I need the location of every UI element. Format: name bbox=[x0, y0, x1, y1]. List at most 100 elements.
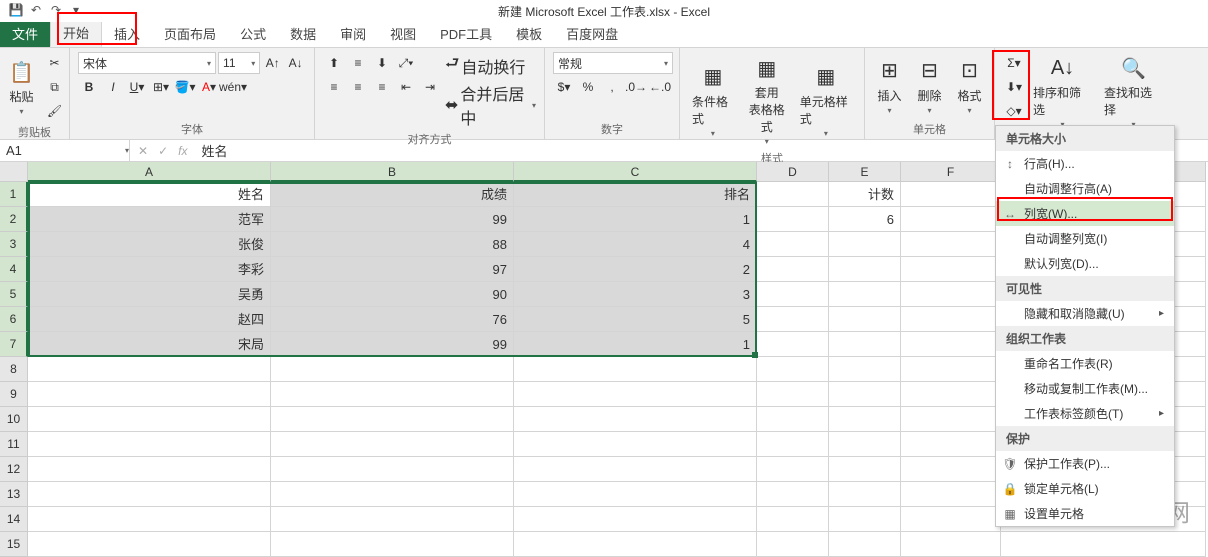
cell[interactable]: 6 bbox=[829, 207, 901, 232]
name-box[interactable]: A1▾ bbox=[0, 140, 130, 161]
cell[interactable]: 吴勇 bbox=[28, 282, 271, 307]
menu-row-height[interactable]: ↕行高(H)... bbox=[996, 151, 1174, 176]
cell[interactable] bbox=[514, 407, 757, 432]
phonetic-button[interactable]: wén▾ bbox=[222, 76, 244, 98]
cell[interactable] bbox=[829, 407, 901, 432]
wrap-text-button[interactable]: ⮐自动换行 bbox=[445, 52, 536, 79]
cell[interactable] bbox=[271, 357, 514, 382]
cell[interactable]: 90 bbox=[271, 282, 514, 307]
number-format-combo[interactable]: 常规▾ bbox=[553, 52, 673, 74]
cell[interactable] bbox=[757, 182, 829, 207]
cell[interactable] bbox=[829, 432, 901, 457]
cell[interactable] bbox=[514, 382, 757, 407]
tab-baidu[interactable]: 百度网盘 bbox=[554, 20, 630, 47]
align-top-icon[interactable]: ⬆ bbox=[323, 52, 345, 74]
cell[interactable] bbox=[28, 407, 271, 432]
row-header[interactable]: 8 bbox=[0, 357, 28, 382]
cell[interactable]: 99 bbox=[271, 332, 514, 357]
indent-dec-icon[interactable]: ⇤ bbox=[395, 76, 417, 98]
accept-formula-icon[interactable]: ✓ bbox=[158, 144, 168, 158]
comma-icon[interactable]: , bbox=[601, 76, 623, 98]
cell[interactable] bbox=[757, 457, 829, 482]
cell[interactable] bbox=[757, 357, 829, 382]
cell[interactable]: 1 bbox=[514, 207, 757, 232]
cell[interactable] bbox=[757, 407, 829, 432]
cell[interactable]: 范军 bbox=[28, 207, 271, 232]
col-header-C[interactable]: C bbox=[514, 162, 757, 182]
percent-icon[interactable]: % bbox=[577, 76, 599, 98]
redo-icon[interactable]: ↷ bbox=[48, 2, 64, 18]
clear-icon[interactable]: ◇▾ bbox=[1003, 100, 1025, 122]
cell[interactable]: 赵四 bbox=[28, 307, 271, 332]
cell[interactable]: 1 bbox=[514, 332, 757, 357]
cell[interactable] bbox=[271, 507, 514, 532]
cell[interactable] bbox=[829, 382, 901, 407]
currency-icon[interactable]: $▾ bbox=[553, 76, 575, 98]
row-header[interactable]: 4 bbox=[0, 257, 28, 282]
row-header[interactable]: 10 bbox=[0, 407, 28, 432]
cell[interactable]: 排名 bbox=[514, 182, 757, 207]
align-right-icon[interactable]: ≡ bbox=[371, 76, 393, 98]
cell[interactable] bbox=[829, 332, 901, 357]
tab-data[interactable]: 数据 bbox=[278, 20, 328, 47]
cell[interactable] bbox=[28, 457, 271, 482]
cell[interactable] bbox=[757, 257, 829, 282]
cell[interactable] bbox=[901, 432, 1001, 457]
cell[interactable] bbox=[829, 357, 901, 382]
cell[interactable] bbox=[28, 482, 271, 507]
cell[interactable] bbox=[514, 507, 757, 532]
row-header[interactable]: 5 bbox=[0, 282, 28, 307]
cell[interactable] bbox=[901, 482, 1001, 507]
cell[interactable] bbox=[757, 207, 829, 232]
format-painter-icon[interactable]: 🖌 bbox=[44, 100, 66, 122]
cell[interactable]: 76 bbox=[271, 307, 514, 332]
format-cells-button[interactable]: ⊡格式▾ bbox=[952, 52, 988, 119]
menu-lock-cell[interactable]: 🔒锁定单元格(L) bbox=[996, 476, 1174, 501]
cell[interactable] bbox=[901, 232, 1001, 257]
menu-autofit-row[interactable]: 自动调整行高(A) bbox=[996, 176, 1174, 201]
col-header-D[interactable]: D bbox=[757, 162, 829, 182]
menu-autofit-col[interactable]: 自动调整列宽(I) bbox=[996, 226, 1174, 251]
cell[interactable] bbox=[901, 182, 1001, 207]
font-name-combo[interactable]: 宋体▾ bbox=[78, 52, 216, 74]
cell[interactable] bbox=[901, 332, 1001, 357]
italic-button[interactable]: I bbox=[102, 76, 124, 98]
cell[interactable]: 4 bbox=[514, 232, 757, 257]
row-header[interactable]: 11 bbox=[0, 432, 28, 457]
menu-hide-unhide[interactable]: 隐藏和取消隐藏(U)▸ bbox=[996, 301, 1174, 326]
cell[interactable] bbox=[757, 282, 829, 307]
cell[interactable] bbox=[28, 357, 271, 382]
find-select-button[interactable]: 🔍查找和选择▾ bbox=[1100, 52, 1167, 131]
cell[interactable] bbox=[28, 507, 271, 532]
qat-more-icon[interactable]: ▾ bbox=[68, 2, 84, 18]
align-middle-icon[interactable]: ≡ bbox=[347, 52, 369, 74]
cell[interactable] bbox=[829, 457, 901, 482]
increase-font-icon[interactable]: A↑ bbox=[262, 52, 283, 74]
cell[interactable] bbox=[901, 407, 1001, 432]
menu-cell-format[interactable]: ▦设置单元格 bbox=[996, 501, 1174, 526]
cell[interactable] bbox=[28, 432, 271, 457]
autosum-icon[interactable]: Σ▾ bbox=[1003, 52, 1025, 74]
row-header[interactable]: 14 bbox=[0, 507, 28, 532]
font-size-combo[interactable]: 11▾ bbox=[218, 52, 260, 74]
menu-default-width[interactable]: 默认列宽(D)... bbox=[996, 251, 1174, 276]
cut-icon[interactable]: ✂ bbox=[44, 52, 66, 74]
dec-decimal-icon[interactable]: ←.0 bbox=[649, 76, 671, 98]
row-header[interactable]: 13 bbox=[0, 482, 28, 507]
undo-icon[interactable]: ↶ bbox=[28, 2, 44, 18]
table-format-button[interactable]: ▦套用 表格格式▾ bbox=[742, 52, 792, 148]
cell[interactable] bbox=[514, 482, 757, 507]
copy-icon[interactable]: ⧉ bbox=[44, 76, 66, 98]
save-icon[interactable]: 💾 bbox=[8, 2, 24, 18]
delete-cells-button[interactable]: ⊟删除▾ bbox=[912, 52, 948, 119]
tab-pdf[interactable]: PDF工具 bbox=[428, 20, 504, 47]
cell[interactable]: 97 bbox=[271, 257, 514, 282]
cancel-formula-icon[interactable]: ✕ bbox=[138, 144, 148, 158]
cell[interactable] bbox=[901, 457, 1001, 482]
row-header[interactable]: 1 bbox=[0, 182, 28, 207]
cell[interactable] bbox=[829, 307, 901, 332]
sort-filter-button[interactable]: A↓排序和筛选▾ bbox=[1029, 52, 1096, 131]
inc-decimal-icon[interactable]: .0→ bbox=[625, 76, 647, 98]
tab-layout[interactable]: 页面布局 bbox=[152, 20, 228, 47]
row-header[interactable]: 9 bbox=[0, 382, 28, 407]
